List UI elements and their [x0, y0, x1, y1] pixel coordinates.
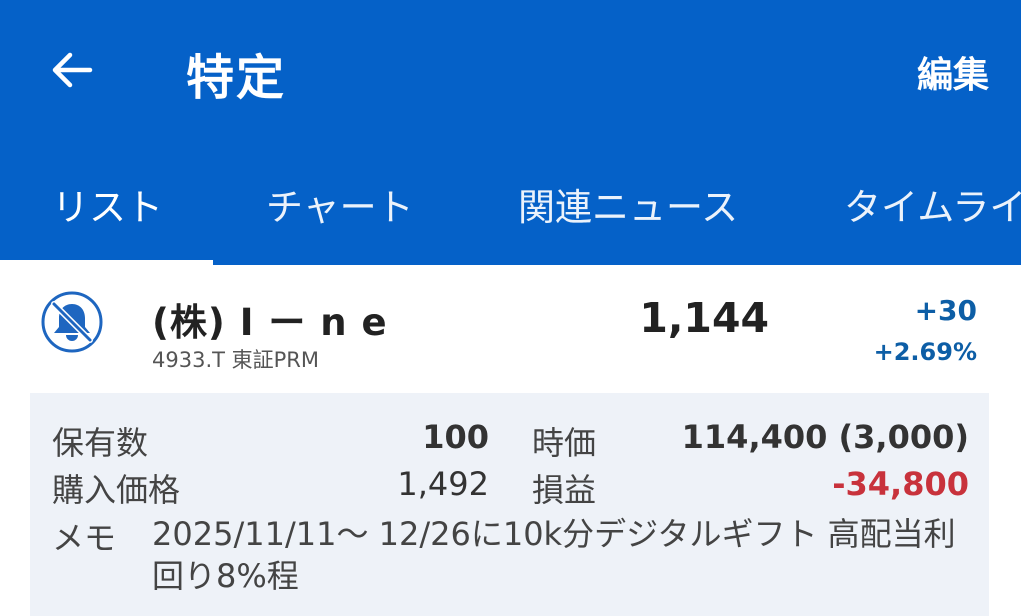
stock-change-percent: +2.69%: [873, 338, 977, 366]
page-title: 特定: [186, 50, 287, 106]
stock-price: 1,144: [639, 294, 769, 342]
bell-off-icon[interactable]: [40, 290, 104, 354]
tab-related-news[interactable]: 関連ニュース: [518, 170, 738, 265]
tab-timeline[interactable]: タイムライン: [844, 170, 1021, 265]
stock-name: (株) I ー n e: [152, 301, 388, 344]
memo-text: 2025/11/11～ 12/26に10k分デジタルギフト 高配当利回り8%程: [152, 515, 956, 595]
tab-bar: リスト チャート 関連ニュース タイムライン: [0, 170, 1021, 265]
memo-label: メモ: [52, 519, 117, 557]
stock-code-market: 4933.T 東証PRM: [152, 348, 319, 372]
edit-button[interactable]: 編集: [917, 46, 989, 98]
arrow-left-icon: [52, 52, 93, 88]
pnl-label: 損益: [532, 471, 597, 509]
shares-label: 保有数: [52, 424, 149, 462]
purchase-price-value: 1,492: [397, 465, 489, 503]
market-value: 114,400 (3,000): [681, 418, 969, 456]
shares-value: 100: [422, 418, 489, 456]
market-value-label: 時価: [532, 424, 597, 462]
pnl-value: -34,800: [832, 465, 969, 503]
app-header: 特定 編集 リスト チャート 関連ニュース タイムライン: [0, 0, 1021, 265]
purchase-price-label: 購入価格: [52, 471, 181, 509]
stock-change: +30: [914, 294, 977, 327]
back-button[interactable]: [44, 42, 100, 98]
tab-list[interactable]: リスト: [52, 170, 163, 265]
tab-chart[interactable]: チャート: [266, 170, 414, 265]
